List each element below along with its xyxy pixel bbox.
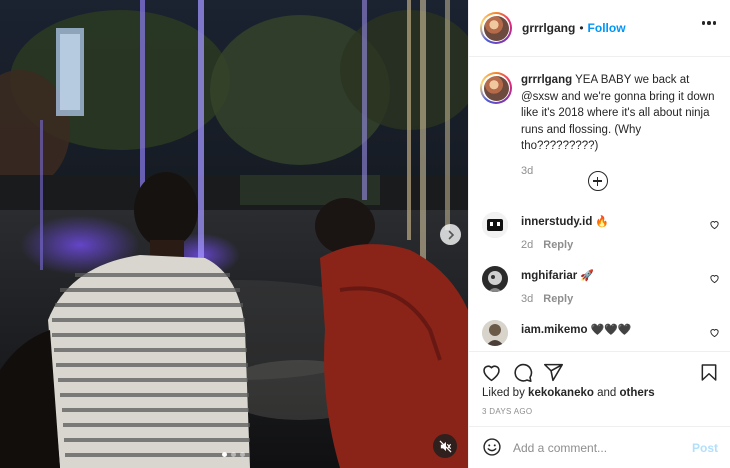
likes-others-link[interactable]: others [620,387,655,399]
carousel-indicator [222,452,245,457]
comment-meta: 2d Reply [521,239,609,251]
avatar-frame [482,14,510,42]
comments-list[interactable]: grrrlgang YEA BABY we back at @sxsw and … [469,58,730,350]
caption-username[interactable]: grrrlgang [521,74,572,86]
likes-prefix: Liked by [482,387,525,399]
caption-timestamp[interactable]: 3d [521,165,720,177]
follow-button[interactable]: Follow [588,21,626,35]
more-dot [707,21,711,25]
avatar-image [483,75,509,101]
likes-summary: Liked by kekokaneko and others [482,387,655,399]
author-avatar[interactable] [480,12,512,44]
comment-text: 🖤🖤🖤 [590,324,632,336]
comment-username[interactable]: mghifariar [521,270,577,282]
comment-text: 🚀 [580,270,594,282]
caption-avatar[interactable] [480,72,512,104]
emoji-smiley-icon[interactable] [482,437,502,457]
post-actions-bar [469,351,730,391]
comment-body: iam.mikemo 🖤🖤🖤 [521,322,632,336]
comment-username[interactable]: innerstudy.id [521,216,592,228]
reply-button[interactable]: Reply [543,293,573,305]
likes-conjunction: and [597,387,617,399]
comment-username[interactable]: iam.mikemo [521,324,587,336]
comment-body: innerstudy.id 🔥 2d Reply [521,214,609,251]
avatar-image [482,266,508,292]
heart-icon[interactable] [709,327,720,338]
share-paper-plane-icon[interactable] [543,362,564,383]
post-timestamp[interactable]: 3 DAYS AGO [482,407,532,416]
header-separator: • [579,21,584,35]
post-comment-button[interactable]: Post [692,441,718,455]
more-dot [701,21,705,25]
post-header: grrrlgang • Follow [469,0,730,57]
comment-text: 🔥 [595,216,610,228]
reply-button[interactable]: Reply [543,239,573,251]
mute-toggle-button[interactable] [433,434,457,458]
comment-time[interactable]: 3d [521,293,533,305]
commenter-avatar[interactable] [482,212,508,238]
next-slide-button[interactable] [440,224,461,245]
heart-icon[interactable] [709,273,720,284]
avatar-frame [482,74,510,102]
bookmark-icon[interactable] [699,362,719,383]
comment-body: mghifariar 🚀 3d Reply [521,268,594,305]
comment-bubble-icon[interactable] [512,362,533,383]
avatar-image [482,320,508,346]
avatar-image [482,212,508,238]
comment-item: innerstudy.id 🔥 2d Reply [480,212,720,258]
more-dot [712,21,716,25]
chevron-right-icon [448,230,454,239]
comment-item: iam.mikemo 🖤🖤🖤 [480,320,720,350]
carousel-dot [222,452,227,457]
speaker-muted-icon [439,440,451,452]
video-frame [0,0,468,468]
comment-input[interactable] [513,438,683,458]
commenter-avatar[interactable] [482,266,508,292]
post-sidebar: grrrlgang • Follow grrrlgang YEA BABY we… [468,0,730,468]
heart-icon[interactable] [709,219,720,230]
add-comment-bar: Post [469,426,730,468]
like-heart-icon[interactable] [481,362,502,383]
avatar-image [483,15,509,41]
post-caption: grrrlgang YEA BABY we back at @sxsw and … [480,72,720,177]
load-more-comments-button[interactable] [588,171,608,191]
carousel-dot [231,452,236,457]
comment-time[interactable]: 2d [521,239,533,251]
post-media-video[interactable] [0,0,468,468]
comment-meta: 3d Reply [521,293,594,305]
caption-body: grrrlgang YEA BABY we back at @sxsw and … [521,72,720,155]
liked-by-user[interactable]: kekokaneko [528,387,594,399]
author-username[interactable]: grrrlgang [522,21,575,35]
comment-item: mghifariar 🚀 3d Reply [480,266,720,312]
carousel-dot [240,452,245,457]
commenter-avatar[interactable] [482,320,508,346]
more-options-button[interactable] [701,21,716,25]
